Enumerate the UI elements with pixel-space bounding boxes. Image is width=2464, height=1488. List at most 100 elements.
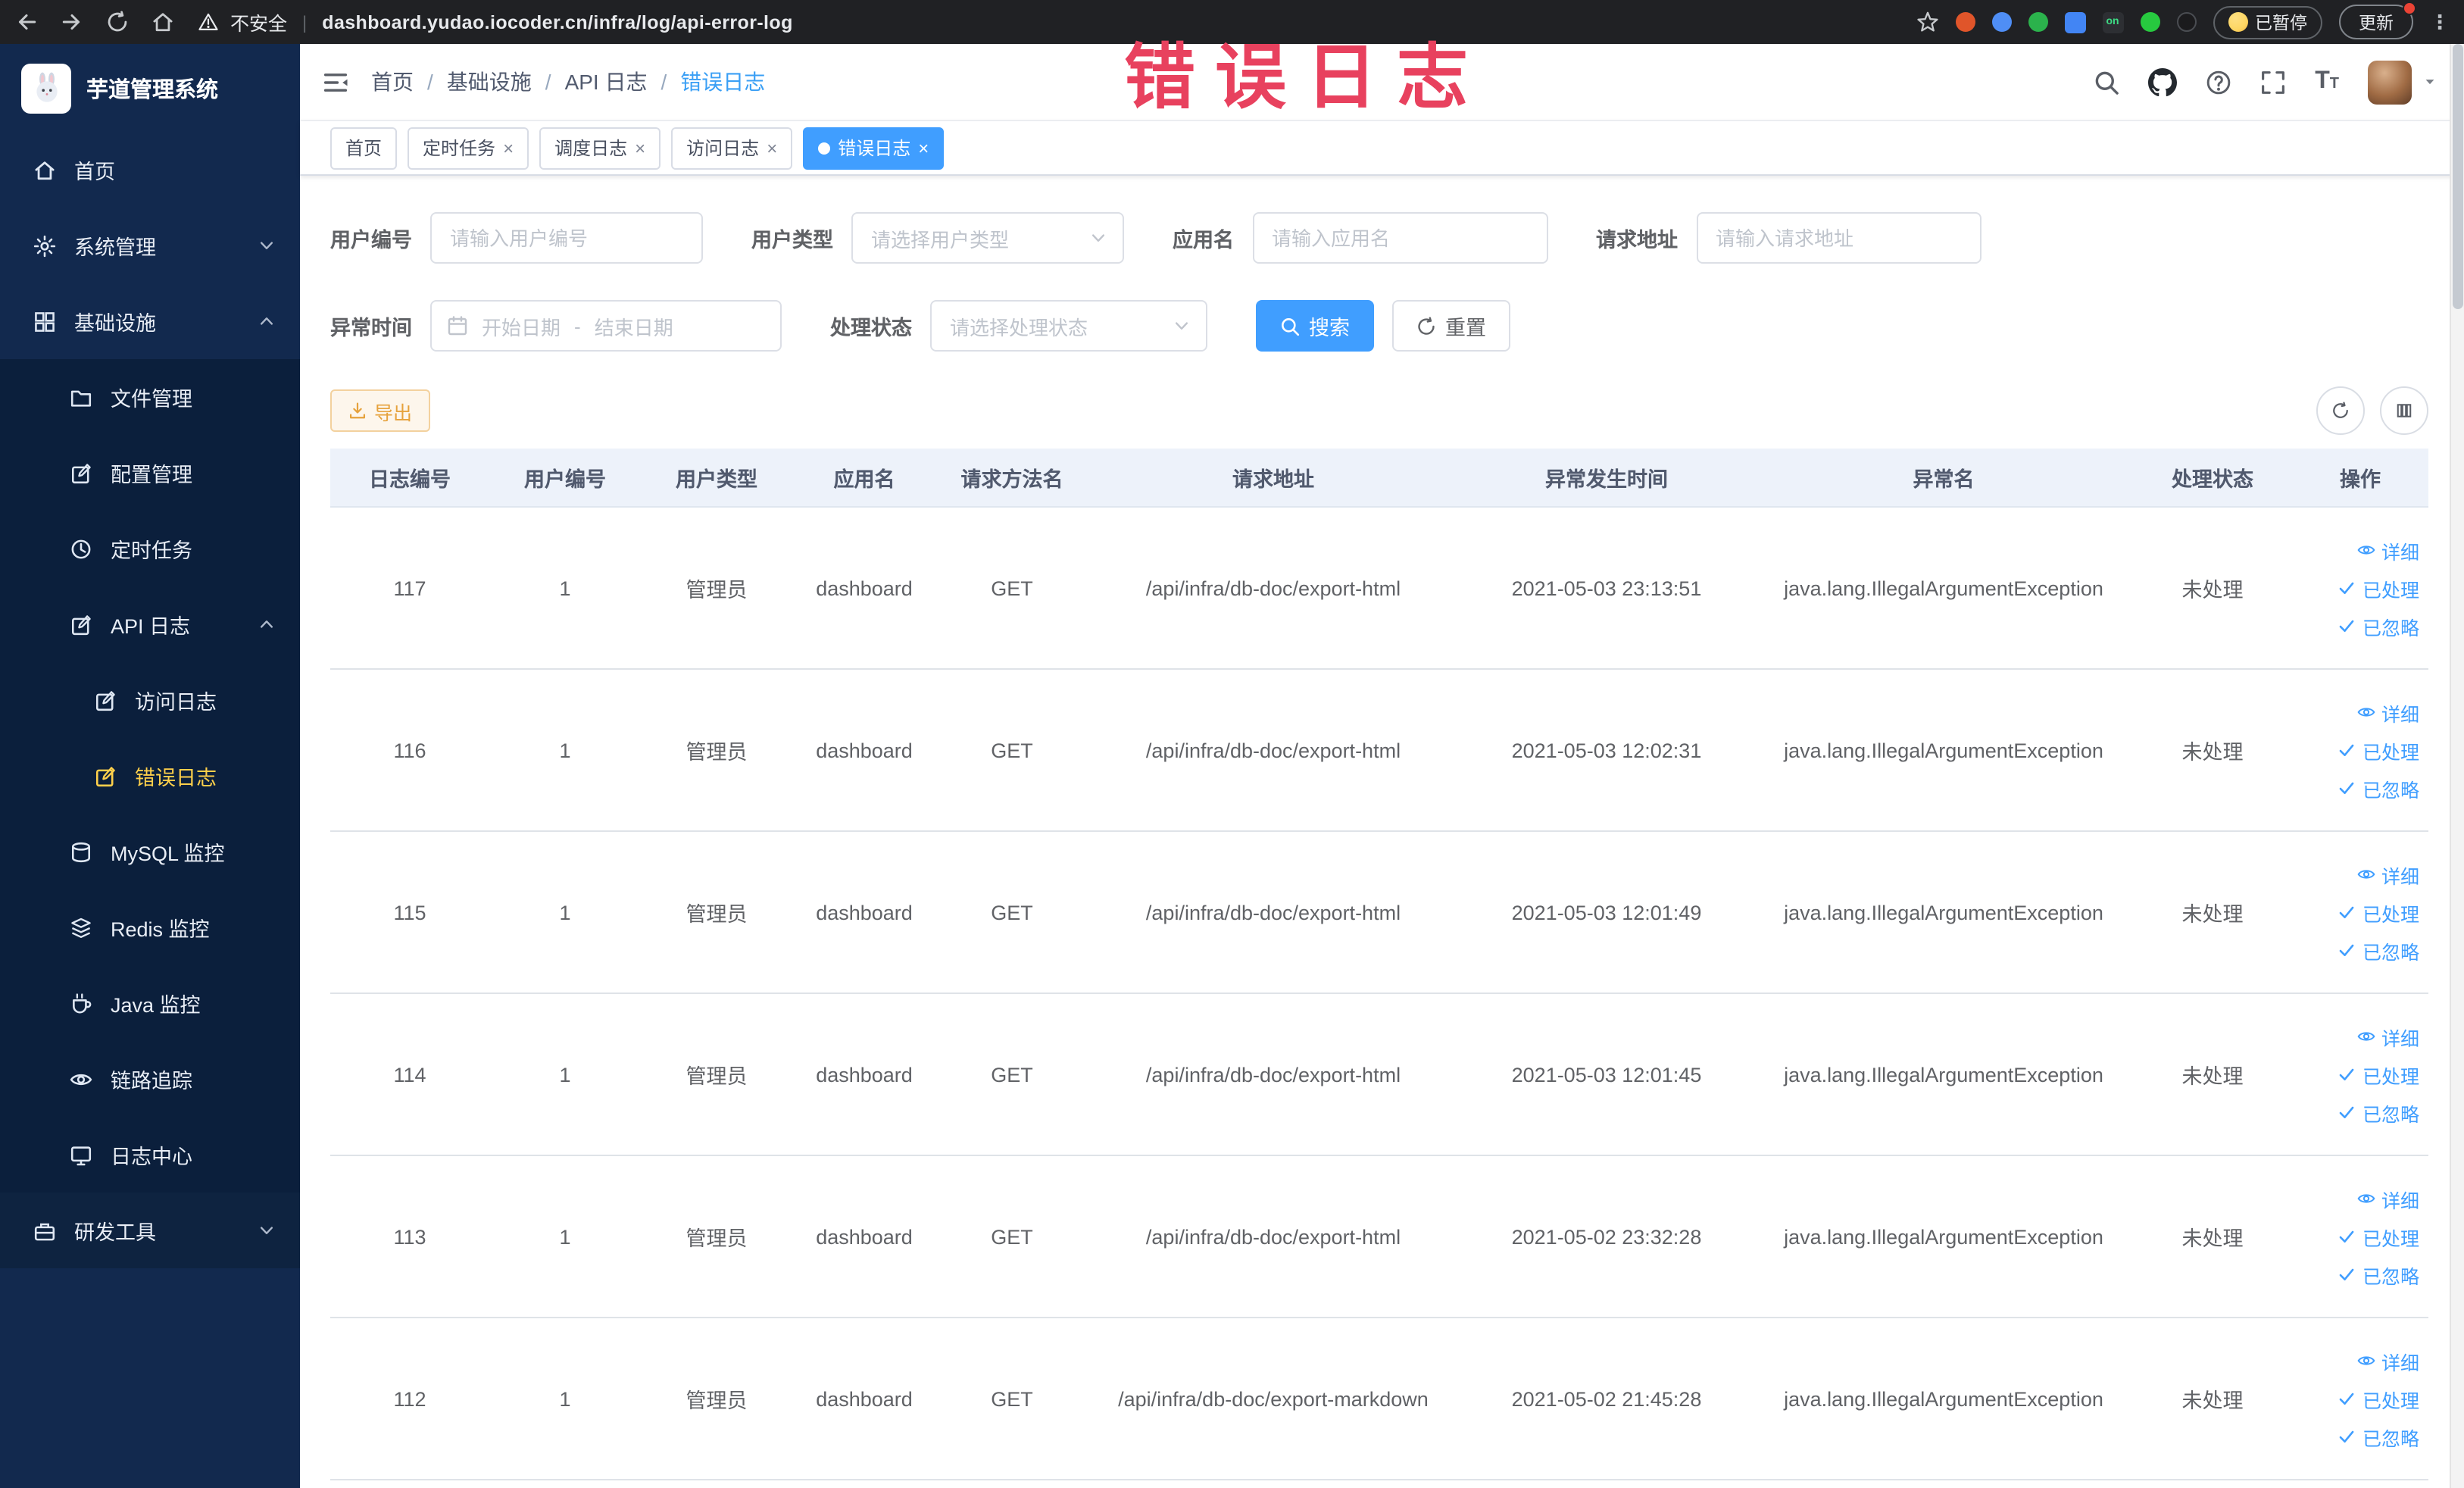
table-row: 114 1 管理员 dashboard GET /api/infra/db-do… — [330, 993, 2428, 1156]
browser-update-button[interactable]: 更新 — [2339, 2, 2416, 39]
breadcrumb-infrastructure[interactable]: 基础设施 — [447, 67, 532, 97]
request-url-input[interactable] — [1696, 212, 1981, 264]
close-icon[interactable]: × — [503, 139, 514, 157]
ignored-link[interactable]: 已忽略 — [2301, 1255, 2419, 1293]
sidebar-item-config-management[interactable]: 配置管理 — [0, 435, 300, 511]
search-button[interactable]: 搜索 — [1256, 300, 1374, 352]
process-status-select[interactable]: 请选择处理状态 — [930, 300, 1207, 352]
detail-link[interactable]: 详细 — [2301, 1342, 2419, 1380]
screen: 不安全 | dashboard.yudao.iocoder.cn/infra/l… — [0, 0, 2464, 1488]
export-button[interactable]: 导出 — [330, 389, 431, 432]
scrollbar-thumb[interactable] — [2453, 44, 2463, 309]
sidebar-toggle-icon[interactable] — [300, 69, 371, 95]
close-icon[interactable]: × — [918, 139, 929, 157]
ignored-link[interactable]: 已忽略 — [2301, 1418, 2419, 1455]
processed-link[interactable]: 已处理 — [2301, 893, 2419, 931]
extension-icon[interactable] — [1991, 12, 2011, 32]
breadcrumb-home[interactable]: 首页 — [371, 67, 414, 97]
extension-icon[interactable] — [2176, 12, 2196, 32]
processed-link[interactable]: 已处理 — [2301, 731, 2419, 769]
eye-icon — [2357, 865, 2375, 883]
extension-icon[interactable] — [2028, 12, 2047, 32]
sidebar-item-java-monitor[interactable]: Java 监控 — [0, 965, 300, 1041]
detail-link[interactable]: 详细 — [2301, 693, 2419, 731]
browser-back-icon[interactable] — [15, 11, 38, 33]
detail-link[interactable]: 详细 — [2301, 1018, 2419, 1055]
extension-icon[interactable] — [2140, 12, 2160, 32]
processed-link[interactable]: 已处理 — [2301, 1055, 2419, 1093]
sidebar-item-home[interactable]: 首页 — [0, 132, 300, 208]
github-icon[interactable] — [2148, 67, 2177, 96]
sidebar-item-dev-tools[interactable]: 研发工具 — [0, 1193, 300, 1268]
process-status-label: 处理状态 — [830, 317, 912, 339]
col-status: 处理状态 — [2133, 449, 2292, 508]
browser-home-icon[interactable] — [151, 11, 174, 33]
close-icon[interactable]: × — [767, 139, 777, 157]
detail-link[interactable]: 详细 — [2301, 855, 2419, 893]
ignored-link[interactable]: 已忽略 — [2301, 769, 2419, 807]
user-id-label: 用户编号 — [330, 229, 412, 252]
sidebar: 芋道管理系统 首页 系统管理 基础设施 文件管理 配置管理 定时任务 API 日… — [0, 44, 300, 1488]
app-name-input[interactable] — [1252, 212, 1547, 264]
app-logo[interactable]: 芋道管理系统 — [0, 44, 300, 132]
sidebar-item-file-management[interactable]: 文件管理 — [0, 359, 300, 435]
extension-icon[interactable] — [2064, 11, 2085, 33]
browser-menu-icon[interactable]: ⋮ — [2430, 10, 2450, 34]
sidebar-item-api-logs[interactable]: API 日志 — [0, 586, 300, 662]
help-icon[interactable] — [2206, 69, 2231, 95]
ignored-link[interactable]: 已忽略 — [2301, 607, 2419, 645]
check-icon — [2338, 1103, 2356, 1121]
eye-icon — [70, 1068, 92, 1090]
reset-button[interactable]: 重置 — [1392, 300, 1510, 352]
paused-badge[interactable]: 已暂停 — [2213, 5, 2322, 39]
fullscreen-icon[interactable] — [2260, 69, 2286, 95]
sidebar-item-system-management[interactable]: 系统管理 — [0, 208, 300, 283]
tags-view: 首页 定时任务 × 调度日志 × 访问日志 × 错误日志 × — [300, 121, 2464, 176]
sidebar-item-tracing[interactable]: 链路追踪 — [0, 1041, 300, 1117]
sidebar-item-infrastructure[interactable]: 基础设施 — [0, 283, 300, 359]
user-type-select[interactable]: 请选择用户类型 — [851, 212, 1124, 264]
filter-form-row-1: 用户编号 用户类型 请选择用户类型 应用名 — [330, 212, 2428, 264]
font-size-icon[interactable]: TT — [2315, 69, 2339, 94]
bookmark-star-icon[interactable] — [1916, 11, 1938, 33]
sidebar-item-error-logs[interactable]: 错误日志 — [0, 738, 300, 814]
browser-forward-icon[interactable] — [61, 11, 83, 33]
processed-link[interactable]: 已处理 — [2301, 569, 2419, 607]
refresh-table-button[interactable] — [2316, 386, 2365, 435]
column-settings-button[interactable] — [2380, 386, 2428, 435]
sidebar-item-log-center[interactable]: 日志中心 — [0, 1117, 300, 1193]
breadcrumb-api-logs[interactable]: API 日志 — [565, 67, 648, 97]
sidebar-item-redis-monitor[interactable]: Redis 监控 — [0, 889, 300, 965]
address-bar[interactable]: 不安全 | dashboard.yudao.iocoder.cn/infra/l… — [198, 8, 793, 36]
check-icon — [2338, 779, 2356, 797]
database-icon — [70, 840, 92, 863]
search-icon[interactable] — [2094, 69, 2119, 95]
sidebar-item-mysql-monitor[interactable]: MySQL 监控 — [0, 814, 300, 889]
browser-reload-icon[interactable] — [106, 11, 129, 33]
tag-access-logs[interactable]: 访问日志 × — [671, 127, 793, 169]
tag-scheduled-tasks[interactable]: 定时任务 × — [408, 127, 529, 169]
col-user-id: 用户编号 — [489, 449, 641, 508]
tag-home[interactable]: 首页 — [330, 127, 398, 169]
date-range-picker[interactable]: 开始日期 - 结束日期 — [430, 300, 782, 352]
page-scrollbar[interactable] — [2450, 44, 2464, 1488]
edit-icon — [94, 689, 117, 711]
detail-link[interactable]: 详细 — [2301, 1180, 2419, 1218]
ignored-link[interactable]: 已忽略 — [2301, 1093, 2419, 1131]
sidebar-item-access-logs[interactable]: 访问日志 — [0, 662, 300, 738]
close-icon[interactable]: × — [635, 139, 645, 157]
rabbit-logo-icon — [36, 72, 57, 102]
tag-error-logs[interactable]: 错误日志 × — [803, 127, 945, 169]
tag-schedule-logs[interactable]: 调度日志 × — [539, 127, 661, 169]
user-id-input[interactable] — [430, 212, 703, 264]
start-date-placeholder: 开始日期 — [482, 316, 561, 339]
processed-link[interactable]: 已处理 — [2301, 1380, 2419, 1418]
ignored-link[interactable]: 已忽略 — [2301, 931, 2419, 969]
address-divider: | — [302, 11, 308, 33]
processed-link[interactable]: 已处理 — [2301, 1218, 2419, 1255]
extension-icon[interactable] — [1955, 12, 1975, 32]
extension-icon[interactable]: on — [2102, 11, 2123, 33]
detail-link[interactable]: 详细 — [2301, 531, 2419, 569]
sidebar-item-scheduled-tasks[interactable]: 定时任务 — [0, 511, 300, 586]
user-menu[interactable] — [2368, 60, 2437, 104]
